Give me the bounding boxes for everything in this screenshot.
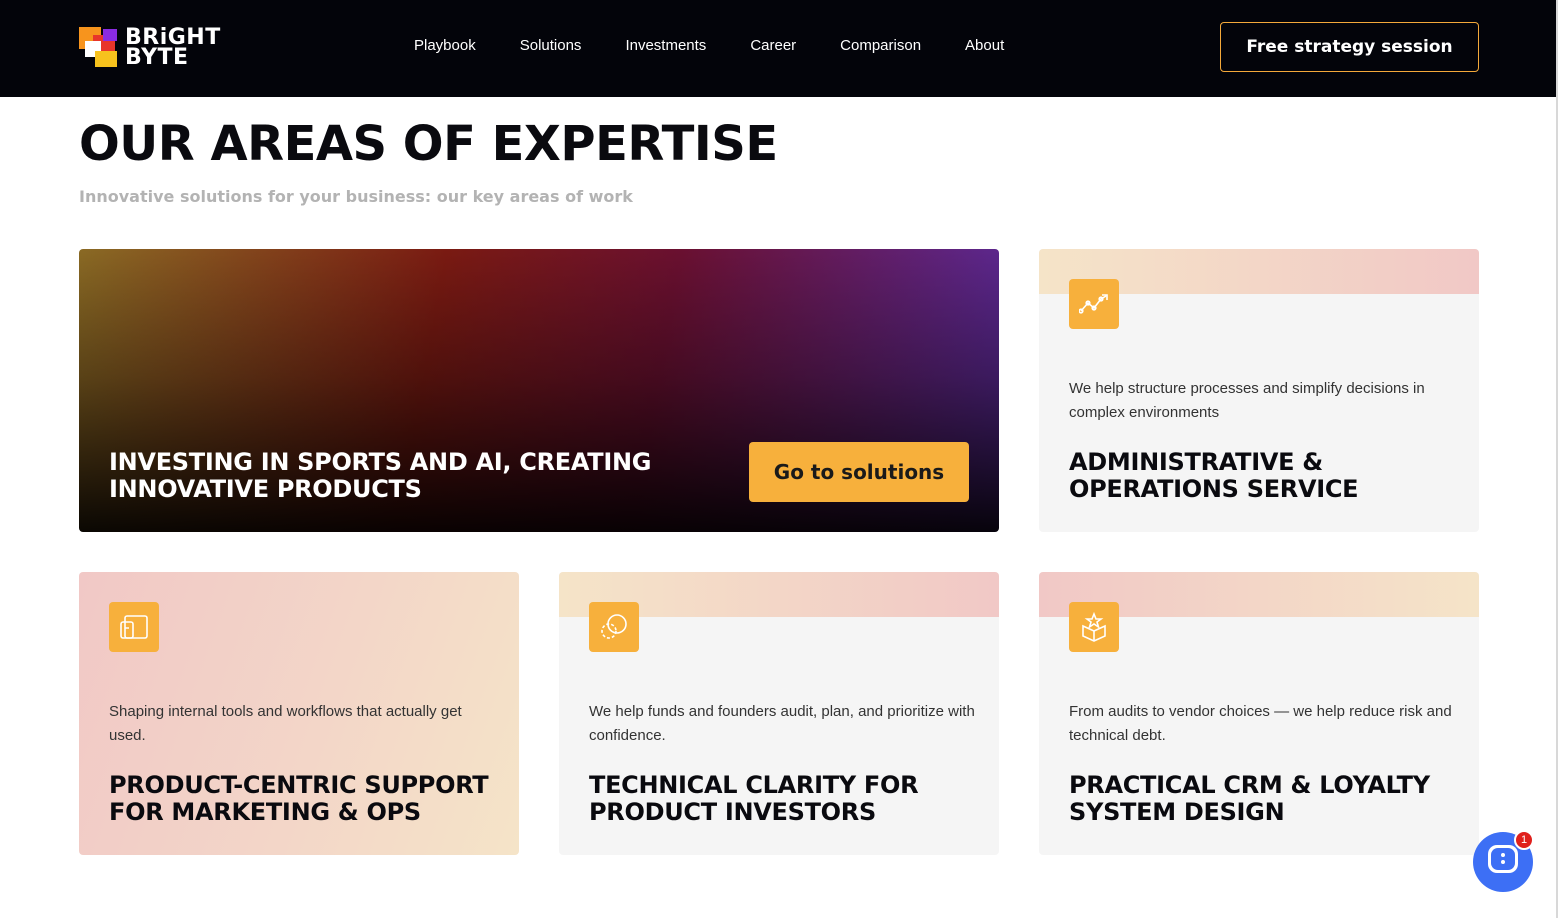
- chat-notification-badge: 1: [1514, 830, 1534, 850]
- go-to-solutions-button[interactable]: Go to solutions: [749, 442, 969, 502]
- logo-mark-icon: [79, 27, 117, 69]
- card-title: ADMINISTRATIVE & OPERATIONS SERVICE: [1069, 448, 1359, 503]
- page-subtitle: Innovative solutions for your business: …: [79, 187, 633, 206]
- circles-icon: [589, 602, 639, 652]
- nav-item-solutions[interactable]: Solutions: [520, 37, 582, 54]
- card-description: We help structure processes and simplify…: [1069, 380, 1425, 421]
- card-title: PRODUCT-CENTRIC SUPPORT FOR MARKETING & …: [109, 771, 489, 826]
- expertise-card-admin[interactable]: We help structure processes and simplify…: [1039, 249, 1479, 532]
- logo-line-2: BYTE: [125, 45, 189, 70]
- main-nav: Playbook Solutions Investments Career Co…: [392, 0, 1026, 90]
- nav-item-comparison[interactable]: Comparison: [840, 37, 921, 54]
- site-header: BRiGHT BYTE Playbook Solutions Investmen…: [0, 0, 1558, 97]
- card-description: From audits to vendor choices — we help …: [1069, 703, 1452, 744]
- nav-item-investments[interactable]: Investments: [625, 37, 706, 54]
- nav-item-playbook[interactable]: Playbook: [414, 37, 476, 54]
- hero-title: INVESTING IN SPORTS AND AI, CREATING INN…: [109, 448, 652, 503]
- expertise-card-product[interactable]: Shaping internal tools and workflows tha…: [79, 572, 519, 855]
- devices-icon: [109, 602, 159, 652]
- brand-logo[interactable]: BRiGHT BYTE: [79, 26, 229, 70]
- growth-chart-icon: [1069, 279, 1119, 329]
- logo-wordmark: BRiGHT BYTE: [125, 27, 221, 70]
- page-title: OUR AREAS OF EXPERTISE: [79, 116, 778, 172]
- chat-icon: [1486, 843, 1520, 882]
- expertise-card-crm[interactable]: From audits to vendor choices — we help …: [1039, 572, 1479, 855]
- card-title: TECHNICAL CLARITY FOR PRODUCT INVESTORS: [589, 771, 919, 826]
- expertise-card-technical[interactable]: We help funds and founders audit, plan, …: [559, 572, 999, 855]
- star-box-icon: [1069, 602, 1119, 652]
- card-description: We help funds and founders audit, plan, …: [589, 703, 975, 744]
- free-strategy-session-button[interactable]: Free strategy session: [1220, 22, 1479, 72]
- hero-card: INVESTING IN SPORTS AND AI, CREATING INN…: [79, 249, 999, 532]
- card-title: PRACTICAL CRM & LOYALTY SYSTEM DESIGN: [1069, 771, 1430, 826]
- nav-item-about[interactable]: About: [965, 37, 1004, 54]
- nav-item-career[interactable]: Career: [750, 37, 796, 54]
- card-description: Shaping internal tools and workflows tha…: [109, 703, 462, 744]
